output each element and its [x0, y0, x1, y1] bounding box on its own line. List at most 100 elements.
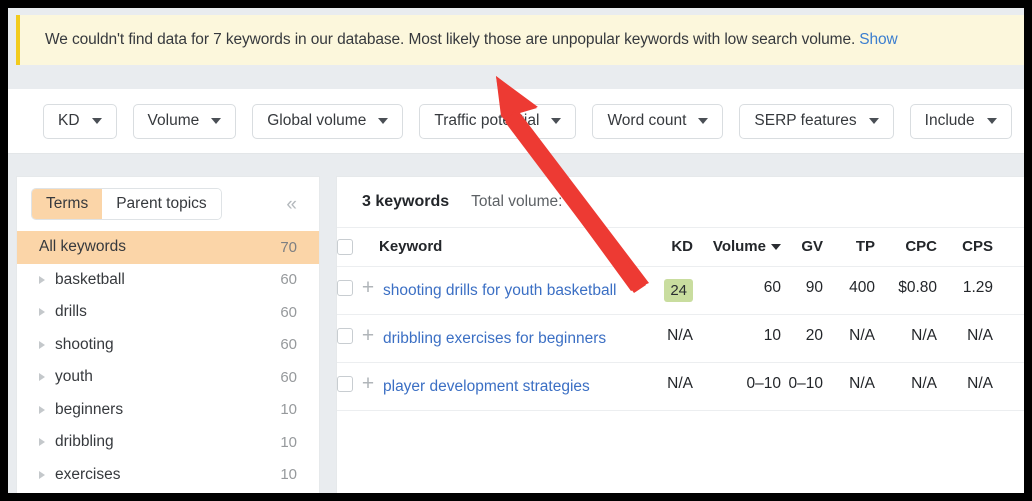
sidebar-item-count: 10 [280, 466, 297, 483]
row-gv-cell: 0–10 [781, 363, 823, 411]
filter-traffic-potential-button[interactable]: Traffic potential [419, 104, 576, 139]
filter-serp-features-button[interactable]: SERP features [739, 104, 893, 139]
row-keyword-cell: + shooting drills for youth basketball [337, 267, 637, 315]
sidebar-item-dribbling[interactable]: dribbling 10 [17, 426, 319, 459]
chevron-right-icon[interactable] [39, 341, 45, 349]
filter-volume-button[interactable]: Volume [133, 104, 237, 139]
column-header-kd[interactable]: KD [637, 228, 693, 267]
sidebar-item-label: shooting [55, 336, 280, 354]
row-cps-cell: N/A [937, 363, 993, 411]
keyword-link[interactable]: player development strategies [383, 375, 590, 398]
row-volume-cell: 10 [693, 315, 781, 363]
row-kd-cell: N/A [637, 315, 693, 363]
column-header-spacer [993, 228, 1024, 267]
column-header-gv[interactable]: GV [781, 228, 823, 267]
table-row: + shooting drills for youth basketball 2… [337, 267, 1024, 315]
sidebar-item-label: drills [55, 303, 280, 321]
sidebar-item-count: 10 [280, 401, 297, 418]
notification-banner: We couldn't find data for 7 keywords in … [16, 15, 1024, 65]
row-cpc-cell: $0.80 [875, 267, 937, 315]
notification-banner-text: We couldn't find data for 7 keywords in … [45, 31, 898, 49]
chevron-right-icon[interactable] [39, 373, 45, 381]
row-volume-cell: 60 [693, 267, 781, 315]
sidebar-item-count: 10 [280, 434, 297, 451]
filter-traffic-potential-label: Traffic potential [434, 112, 539, 130]
keywords-panel-header: 3 keywords Total volume: 70 [337, 177, 1024, 227]
filter-include-label: Include [925, 112, 975, 130]
column-header-cpc[interactable]: CPC [875, 228, 937, 267]
sidebar-item-label: All keywords [39, 238, 280, 256]
keyword-link[interactable]: dribbling exercises for beginners [383, 327, 598, 350]
keywords-panel: 3 keywords Total volume: 70 Keyword [336, 176, 1024, 493]
column-header-tp[interactable]: TP [823, 228, 875, 267]
row-tp-cell: N/A [823, 363, 875, 411]
row-select-checkbox[interactable] [337, 328, 353, 344]
table-row: + player development strategies N/A 0–10… [337, 363, 1024, 411]
sidebar-item-beginners[interactable]: beginners 10 [17, 394, 319, 427]
row-spacer-cell [993, 267, 1024, 315]
sidebar-item-label: basketball [55, 271, 280, 289]
row-select-checkbox[interactable] [337, 376, 353, 392]
chevron-right-icon[interactable] [39, 438, 45, 446]
row-tp-cell: 400 [823, 267, 875, 315]
collapse-sidebar-icon[interactable]: « [286, 195, 297, 214]
row-keyword-cell: + dribbling exercises for beginners [337, 315, 637, 363]
chevron-down-icon [987, 118, 997, 124]
add-keyword-icon[interactable]: + [353, 327, 383, 345]
chevron-right-icon[interactable] [39, 276, 45, 284]
chevron-down-icon [378, 118, 388, 124]
sidebar-item-count: 60 [280, 369, 297, 386]
filter-include-button[interactable]: Include [910, 104, 1012, 139]
filter-kd-label: KD [58, 112, 80, 130]
chevron-down-icon [211, 118, 221, 124]
sidebar-item-all-keywords[interactable]: All keywords 70 [17, 231, 319, 264]
row-select-checkbox[interactable] [337, 280, 353, 296]
app-root: We couldn't find data for 7 keywords in … [8, 8, 1024, 493]
column-header-keyword[interactable]: Keyword [337, 228, 637, 267]
chevron-down-icon [92, 118, 102, 124]
keywords-table: Keyword KD Volume GV TP CPC CPS [337, 227, 1024, 411]
sidebar-item-shooting[interactable]: shooting 60 [17, 329, 319, 362]
keyword-count-label: 3 keywords [362, 193, 449, 211]
column-header-volume[interactable]: Volume [693, 228, 781, 267]
filter-global-volume-button[interactable]: Global volume [252, 104, 403, 139]
sidebar-tab-group: Terms Parent topics [31, 188, 222, 220]
row-cpc-cell: N/A [875, 315, 937, 363]
keyword-link[interactable]: shooting drills for youth basketball [383, 279, 598, 302]
add-keyword-icon[interactable]: + [353, 279, 383, 297]
tab-parent-topics[interactable]: Parent topics [102, 189, 220, 219]
column-header-cps[interactable]: CPS [937, 228, 993, 267]
row-kd-cell: 24 [637, 267, 693, 315]
chevron-right-icon[interactable] [39, 308, 45, 316]
add-keyword-icon[interactable]: + [353, 375, 383, 393]
sidebar-item-count: 60 [280, 336, 297, 353]
chevron-right-icon[interactable] [39, 471, 45, 479]
filter-word-count-label: Word count [607, 112, 686, 130]
filter-word-count-button[interactable]: Word count [592, 104, 723, 139]
notification-show-link[interactable]: Show [859, 31, 897, 48]
sidebar-item-drills[interactable]: drills 60 [17, 296, 319, 329]
row-kd-cell: N/A [637, 363, 693, 411]
sidebar-item-label: youth [55, 368, 280, 386]
notification-message: We couldn't find data for 7 keywords in … [45, 31, 855, 48]
chevron-down-icon [698, 118, 708, 124]
sidebar-item-exercises[interactable]: exercises 10 [17, 459, 319, 492]
filter-serp-features-label: SERP features [754, 112, 856, 130]
chevron-down-icon [869, 118, 879, 124]
tab-terms[interactable]: Terms [32, 189, 102, 219]
row-gv-cell: 20 [781, 315, 823, 363]
chevron-right-icon[interactable] [39, 406, 45, 414]
content-area: Terms Parent topics « All keywords 70 ba… [8, 154, 1024, 493]
filter-kd-button[interactable]: KD [43, 104, 117, 139]
select-all-checkbox[interactable] [337, 239, 353, 255]
sidebar-item-count: 60 [280, 304, 297, 321]
sort-desc-icon [771, 244, 781, 250]
terms-sidebar: Terms Parent topics « All keywords 70 ba… [16, 176, 320, 493]
sidebar-item-basketball[interactable]: basketball 60 [17, 264, 319, 297]
row-tp-cell: N/A [823, 315, 875, 363]
total-volume-label: Total volume: 70 [471, 193, 584, 211]
row-spacer-cell [993, 315, 1024, 363]
sidebar-item-youth[interactable]: youth 60 [17, 361, 319, 394]
row-spacer-cell [993, 363, 1024, 411]
row-cpc-cell: N/A [875, 363, 937, 411]
